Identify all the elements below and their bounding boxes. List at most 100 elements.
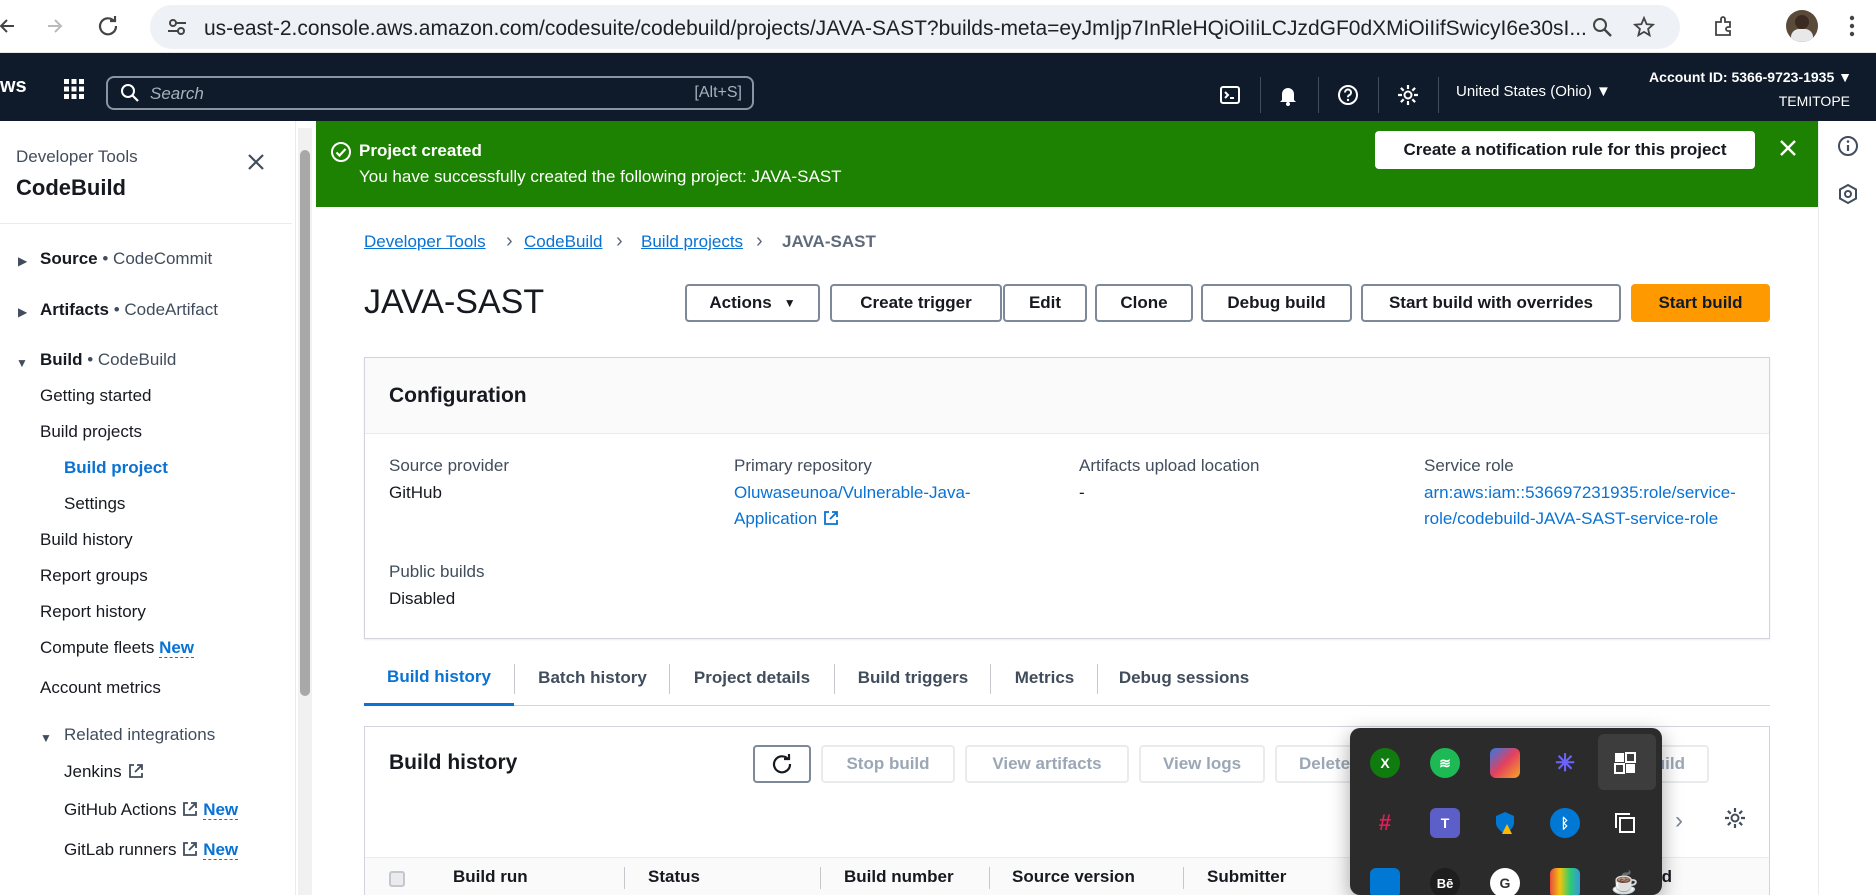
create-trigger-button[interactable]: Create trigger [830,284,1002,322]
actions-dropdown-button[interactable]: Actions ▼ [685,284,820,322]
caret-right-icon[interactable]: ▶ [18,305,27,319]
caret-down-icon[interactable]: ▼ [16,356,28,370]
google-icon[interactable]: G [1490,868,1520,895]
cup-icon[interactable]: ☕ [1610,868,1640,895]
edit-button[interactable]: Edit [1003,284,1087,322]
external-link-icon [183,802,198,816]
zoom-icon[interactable] [1590,15,1614,39]
teams-icon[interactable]: T [1430,808,1460,838]
refresh-button[interactable] [753,745,811,783]
tab-build-triggers[interactable]: Build triggers [835,650,991,706]
caret-right-icon[interactable]: ▶ [18,254,27,268]
preferences-gear-icon[interactable] [1724,807,1746,829]
project-tabs: Build history Batch history Project deta… [364,650,1770,706]
defender-icon[interactable] [1490,808,1520,838]
slack-icon[interactable]: # [1370,808,1400,838]
breadcrumb-codebuild[interactable]: CodeBuild [524,232,602,252]
cloudshell-icon[interactable] [1218,83,1242,107]
sidebar-title[interactable]: CodeBuild [16,175,126,201]
settings-gear-icon[interactable] [1396,83,1420,107]
sidebar-related-integrations[interactable]: Related integrations [64,725,215,745]
copy-icon[interactable] [1610,808,1640,838]
perplexity-icon[interactable]: ✳ [1550,748,1580,778]
tab-build-history[interactable]: Build history [364,650,514,706]
debug-build-button[interactable]: Debug build [1201,284,1352,322]
start-build-button[interactable]: Start build [1631,284,1770,322]
region-selector[interactable]: United States (Ohio) ▼ [1456,83,1611,100]
address-bar[interactable]: us-east-2.console.aws.amazon.com/codesui… [150,5,1680,49]
stop-build-button[interactable]: Stop build [821,745,955,783]
hexagon-icon[interactable] [1837,183,1859,205]
profile-avatar[interactable] [1786,10,1818,42]
sidebar-item-settings[interactable]: Settings [64,494,125,514]
sidebar-item-account-metrics[interactable]: Account metrics [40,678,161,698]
item-label: GitHub Actions [64,800,177,819]
url-text[interactable]: us-east-2.console.aws.amazon.com/codesui… [204,17,1594,41]
help-icon[interactable] [1336,83,1360,107]
account-menu[interactable]: Account ID: 5366-9723-1935 ▼ [1630,69,1852,85]
beats-icon[interactable]: Bē [1430,868,1460,895]
sidebar-service-name[interactable]: Developer Tools [16,147,138,167]
account-username[interactable]: TEMITOPE [1630,93,1850,109]
sidebar-item-report-history[interactable]: Report history [40,602,146,622]
tab-metrics[interactable]: Metrics [991,650,1098,706]
forward-icon[interactable] [40,12,68,40]
aws-logo[interactable]: ws [0,75,27,98]
notifications-bell-icon[interactable] [1276,83,1300,107]
tab-batch-history[interactable]: Batch history [515,650,670,706]
sidebar-item-github-actions[interactable]: GitHub Actions New [64,800,239,820]
column-build-number[interactable]: Build number [844,867,954,887]
sidebar-item-build-projects[interactable]: Build projects [40,422,142,442]
clone-button[interactable]: Clone [1095,284,1193,322]
tab-debug-sessions[interactable]: Debug sessions [1098,650,1270,706]
service-role-link[interactable]: arn:aws:iam::536697231935:role/service- … [1424,480,1736,532]
windows-store-icon[interactable] [1370,868,1400,895]
xbox-icon[interactable]: X [1370,748,1400,778]
view-logs-button[interactable]: View logs [1139,745,1265,783]
info-icon[interactable] [1837,135,1859,157]
sidebar-section-build[interactable]: Build • CodeBuild [40,350,176,370]
section-sub: • CodeCommit [102,249,213,268]
sidebar-item-build-project[interactable]: Build project [64,458,168,478]
view-artifacts-button[interactable]: View artifacts [965,745,1129,783]
sidebar-item-build-history[interactable]: Build history [40,530,133,550]
configuration-header: Configuration [365,358,1769,434]
breadcrumb-developer-tools[interactable]: Developer Tools [364,232,486,252]
sidebar-section-artifacts[interactable]: Artifacts • CodeArtifact [40,300,218,320]
extensions-icon[interactable] [1710,12,1738,40]
column-build-run[interactable]: Build run [453,867,528,887]
section-name: Build [40,350,83,369]
start-build-with-overrides-button[interactable]: Start build with overrides [1361,284,1621,322]
next-page-icon[interactable]: › [1675,807,1683,835]
close-icon[interactable] [1778,135,1798,163]
back-icon[interactable] [0,12,22,40]
sidebar-item-jenkins[interactable]: Jenkins [64,762,144,782]
sidebar-scrollbar-thumb[interactable] [300,150,310,696]
services-grid-icon[interactable] [64,79,84,99]
sidebar-item-compute-fleets[interactable]: Compute fleets New [40,638,195,658]
create-notification-rule-button[interactable]: Create a notification rule for this proj… [1375,131,1755,169]
bookmark-star-icon[interactable] [1632,15,1656,39]
column-submitter[interactable]: Submitter [1207,867,1286,887]
primary-repository-link[interactable]: Oluwaseunoa/Vulnerable-Java- Application [734,480,971,532]
capcut-icon[interactable] [1610,748,1640,778]
caret-down-icon[interactable]: ▼ [40,731,52,745]
bluetooth-icon[interactable]: ᛒ [1550,808,1580,838]
select-all-checkbox[interactable] [389,871,405,887]
site-info-icon[interactable] [166,16,188,38]
browser-menu-icon[interactable] [1838,12,1866,40]
sidebar-item-gitlab-runners[interactable]: GitLab runners New [64,840,239,860]
search-input[interactable]: Search [Alt+S] [106,76,754,110]
photos-icon[interactable] [1550,868,1580,895]
breadcrumb-build-projects[interactable]: Build projects [641,232,743,252]
reload-icon[interactable] [94,12,122,40]
tab-project-details[interactable]: Project details [670,650,834,706]
column-source-version[interactable]: Source version [1012,867,1135,887]
column-status[interactable]: Status [648,867,700,887]
sidebar-item-report-groups[interactable]: Report groups [40,566,148,586]
close-sidebar-icon[interactable] [246,149,266,177]
sidebar-item-getting-started[interactable]: Getting started [40,386,152,406]
copilot-icon[interactable] [1490,748,1520,778]
spotify-icon[interactable]: ≋ [1430,748,1460,778]
sidebar-section-source[interactable]: Source • CodeCommit [40,249,212,269]
